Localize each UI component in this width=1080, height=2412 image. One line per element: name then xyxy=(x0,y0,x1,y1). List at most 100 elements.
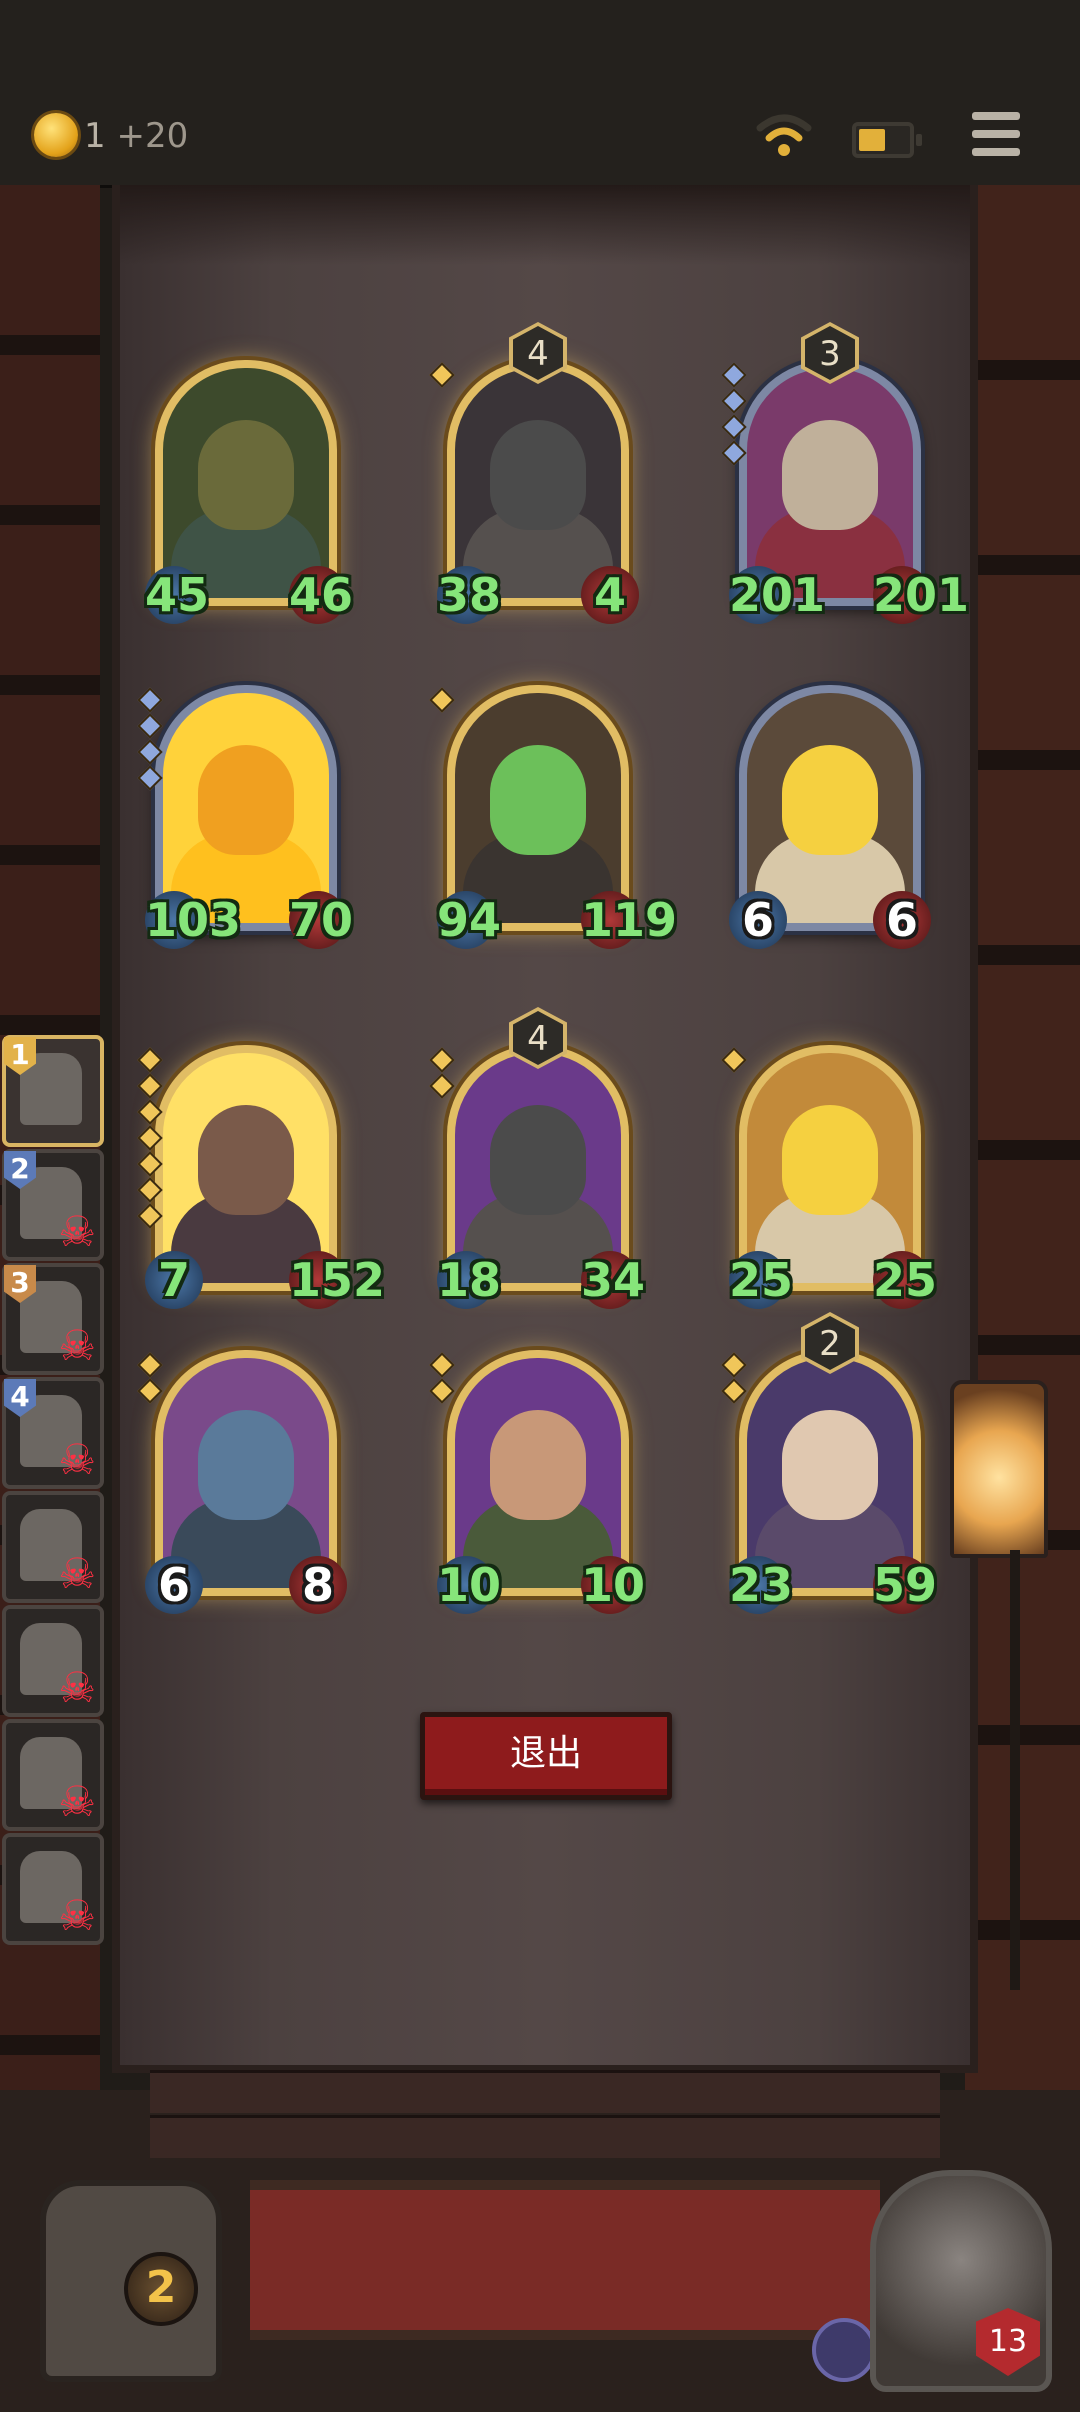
health-stat: 10 xyxy=(581,1556,646,1614)
buff-pip-icon xyxy=(721,362,747,388)
player-slot[interactable]: ☠ xyxy=(2,1719,104,1831)
buff-pip-icon xyxy=(721,1352,747,1378)
minion-card[interactable]: 4 38 4 xyxy=(429,322,639,624)
player-slot[interactable]: 1 xyxy=(2,1035,104,1147)
lamp xyxy=(950,1380,1048,1558)
minion-head xyxy=(782,420,878,530)
skull-crossbones-icon: ☠ xyxy=(58,1891,96,1940)
minion-card[interactable]: 2 23 59 xyxy=(721,1312,937,1614)
health-stat: 34 xyxy=(581,1251,646,1309)
buff-pips xyxy=(429,1352,455,1408)
buff-pip-icon xyxy=(721,388,747,414)
buff-pips xyxy=(429,362,455,392)
gold-value: 1 xyxy=(84,116,106,156)
top-bar: 1 +20 xyxy=(0,0,1080,188)
buff-pip-icon xyxy=(137,713,163,739)
minion-head xyxy=(782,745,878,855)
battery-icon xyxy=(852,122,922,158)
buff-pip-icon xyxy=(137,1352,163,1378)
health-stat: 46 xyxy=(289,566,354,624)
minion-card[interactable]: 66 xyxy=(729,685,931,949)
minion-head xyxy=(198,745,294,855)
minion-card[interactable]: 103 70 xyxy=(137,685,353,949)
minion-head xyxy=(198,1105,294,1215)
buff-pips xyxy=(721,362,747,470)
minion-head xyxy=(198,1410,294,1520)
buff-pip-icon xyxy=(137,1047,163,1073)
minion-card[interactable]: 3 201 201 xyxy=(721,322,969,624)
gold-income: +20 xyxy=(116,116,189,156)
minion-card[interactable]: 7 152 xyxy=(137,1045,385,1309)
buff-pips xyxy=(137,1047,163,1233)
wifi-icon xyxy=(756,114,812,156)
buff-pip-icon xyxy=(137,687,163,713)
attack-stat: 25 xyxy=(729,1251,794,1309)
buff-pips xyxy=(721,1047,747,1077)
minion-card[interactable]: 4 18 34 xyxy=(429,1007,645,1309)
minion-head xyxy=(782,1410,878,1520)
buff-pip-icon xyxy=(429,362,455,388)
minion-head xyxy=(490,1410,586,1520)
buff-pip-icon xyxy=(429,1378,455,1404)
minion-head xyxy=(490,420,586,530)
buff-pip-icon xyxy=(137,1378,163,1404)
attack-stat: 6 xyxy=(729,891,787,949)
stair-step xyxy=(150,2115,940,2158)
attack-stat: 45 xyxy=(145,566,210,624)
buff-pips xyxy=(721,1352,747,1408)
player-slot[interactable]: 4 ☠ xyxy=(2,1377,104,1489)
health-stat: 201 xyxy=(873,566,970,624)
skull-crossbones-icon: ☠ xyxy=(58,1663,96,1712)
attack-stat: 23 xyxy=(729,1556,794,1614)
player-slot[interactable]: ☠ xyxy=(2,1833,104,1945)
minion-head xyxy=(490,745,586,855)
gold-counter: 1 +20 xyxy=(84,116,188,156)
attack-stat: 6 xyxy=(145,1556,203,1614)
carpet xyxy=(250,2180,880,2340)
skull-crossbones-icon: ☠ xyxy=(58,1777,96,1826)
attack-stat: 38 xyxy=(437,566,502,624)
shield-icon[interactable] xyxy=(812,2318,876,2382)
buff-pip-icon xyxy=(429,1073,455,1099)
buff-pip-icon xyxy=(137,1073,163,1099)
skull-crossbones-icon: ☠ xyxy=(58,1549,96,1598)
minion-head xyxy=(490,1105,586,1215)
minion-card[interactable]: 68 xyxy=(137,1350,347,1614)
buff-pip-icon xyxy=(429,1352,455,1378)
buff-pip-icon xyxy=(429,687,455,713)
player-slot[interactable]: 3 ☠ xyxy=(2,1263,104,1375)
minion-card[interactable]: 10 10 xyxy=(429,1350,645,1614)
skull-crossbones-icon: ☠ xyxy=(58,1207,96,1256)
minion-head xyxy=(782,1105,878,1215)
health-stat: 8 xyxy=(289,1556,347,1614)
player-slot[interactable]: 2 ☠ xyxy=(2,1149,104,1261)
attack-stat: 201 xyxy=(729,566,826,624)
attack-stat: 18 xyxy=(437,1251,502,1309)
health-stat: 152 xyxy=(289,1251,386,1309)
health-stat: 4 xyxy=(581,566,639,624)
buff-pips xyxy=(429,687,455,717)
minion-card[interactable]: 45 46 xyxy=(145,360,353,624)
lamp-post xyxy=(1010,1550,1020,1990)
attack-stat: 94 xyxy=(437,891,502,949)
health-stat: 119 xyxy=(581,891,678,949)
attack-stat: 7 xyxy=(145,1251,203,1309)
minion-card[interactable]: 25 25 xyxy=(721,1045,937,1309)
skull-crossbones-icon: ☠ xyxy=(58,1435,96,1484)
minion-card[interactable]: 94 119 xyxy=(429,685,677,949)
attack-stat: 10 xyxy=(437,1556,502,1614)
health-stat: 59 xyxy=(873,1556,938,1614)
chest-count-badge: 2 xyxy=(124,2252,198,2326)
buff-pip-icon xyxy=(721,1378,747,1404)
menu-icon[interactable] xyxy=(972,112,1020,158)
health-stat: 6 xyxy=(873,891,931,949)
stair-step xyxy=(150,2070,940,2113)
player-slot[interactable]: ☠ xyxy=(2,1491,104,1603)
buff-pips xyxy=(429,1047,455,1103)
skull-crossbones-icon: ☠ xyxy=(58,1321,96,1370)
exit-button[interactable]: 退出 xyxy=(420,1712,672,1800)
right-bookshelf xyxy=(965,185,1080,2135)
buff-pips xyxy=(137,687,163,795)
player-slot[interactable]: ☠ xyxy=(2,1605,104,1717)
crown-coin-icon xyxy=(34,113,78,157)
